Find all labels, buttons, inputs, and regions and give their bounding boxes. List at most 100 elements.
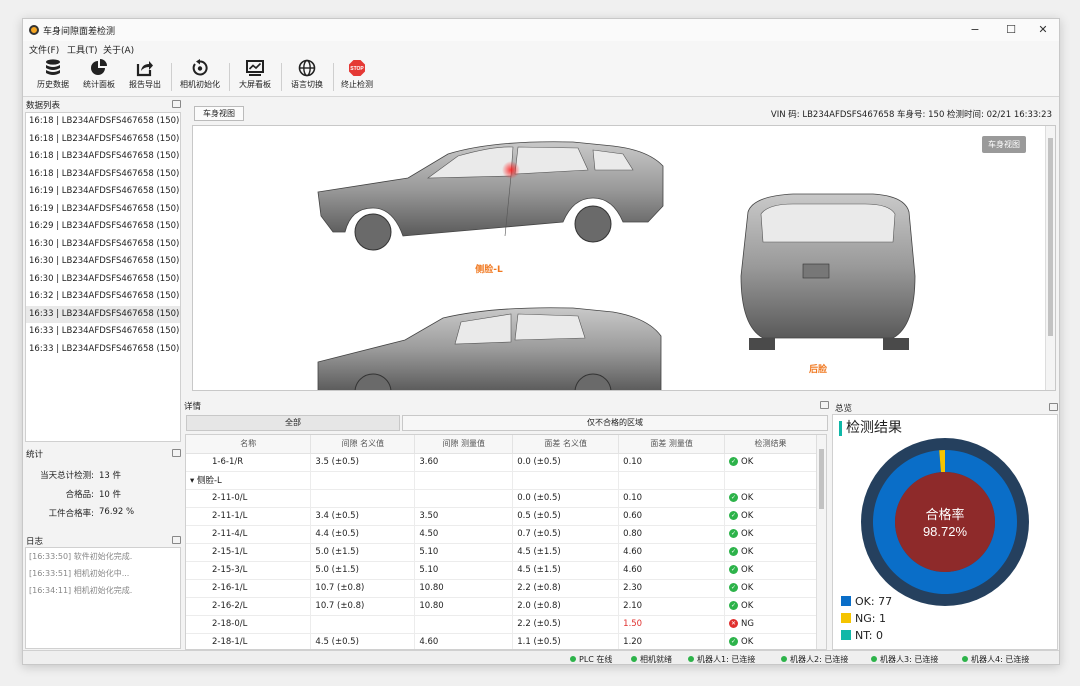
table-row[interactable]: 2-18-1/L 4.5 (±0.5) 4.60 1.1 (±0.5) 1.20 ✓ OK: [186, 633, 817, 649]
table-cell-flush-meas: 1.50: [618, 615, 726, 634]
car-side-view-bottom: [317, 307, 662, 390]
data-list-item[interactable]: 16:18 | LB234AFDSFS467658 (150): [26, 113, 180, 131]
table-cell-flush-nom: 2.0 (±0.8): [512, 597, 620, 616]
table-cell-flush-meas: 2.30: [618, 579, 726, 598]
stat-total-label: 当天总计检测:: [40, 471, 94, 481]
vin-info: VIN 码: LB234AFDSFS467658 车身号: 150 检测时间: …: [770, 110, 1052, 120]
ok-check-icon: ✓: [729, 493, 739, 502]
table-cell-name: 2-16-2/L: [186, 597, 312, 616]
ok-check-icon: ✓: [729, 529, 739, 538]
scroll-thumb[interactable]: [819, 449, 824, 509]
group-row[interactable]: ▾ 侧脸-L: [186, 471, 817, 490]
dock-float-icon[interactable]: [820, 401, 829, 409]
filter-all-tab[interactable]: 全部: [186, 415, 400, 431]
table-cell-flush-nom: 4.5 (±1.5): [512, 543, 620, 562]
data-list-item[interactable]: 16:29 | LB234AFDSFS467658 (150): [26, 218, 180, 236]
data-list-item[interactable]: 16:19 | LB234AFDSFS467658 (150): [26, 183, 180, 201]
log-line: [16:33:50] 软件初始化完成.: [29, 552, 133, 561]
table-row[interactable]: 2-18-0/L 2.2 (±0.5) 1.50 ✕ NG: [186, 615, 817, 634]
stop-detection-button[interactable]: STOP 终止检测: [337, 59, 377, 95]
col-flush-measured[interactable]: 面差 测量值: [618, 435, 726, 454]
empty-cell: [618, 471, 726, 490]
dock-float-icon[interactable]: [1049, 403, 1058, 411]
col-flush-nominal[interactable]: 面差 名义值: [512, 435, 620, 454]
body-view-tab[interactable]: 车身视图: [194, 106, 244, 121]
filter-ng-tab[interactable]: 仅不合格的区域: [402, 415, 828, 431]
ok-check-icon: ✓: [729, 583, 739, 592]
body-view-button[interactable]: 车身视图: [982, 136, 1026, 153]
col-gap-measured[interactable]: 间隙 测量值: [414, 435, 514, 454]
ok-check-icon: ✓: [729, 511, 739, 520]
maximize-button[interactable]: ☐: [997, 21, 1025, 39]
table-row[interactable]: 2-15-1/L 5.0 (±1.5) 5.10 4.5 (±1.5) 4.60 ✓ OK: [186, 543, 817, 562]
data-list-item[interactable]: 16:18 | LB234AFDSFS467658 (150): [26, 166, 180, 184]
table-cell-gap-nom: 10.7 (±0.8): [310, 579, 416, 598]
stat-rate-label: 工件合格率:: [48, 509, 94, 519]
language-switch-button[interactable]: 语言切换: [287, 59, 327, 95]
result-pie-chart: 合格率 98.72%: [861, 438, 1029, 606]
toolbar-separator: [229, 63, 230, 91]
result-label: OK: [741, 457, 754, 467]
data-list-item[interactable]: 16:33 | LB234AFDSFS467658 (150): [26, 305, 180, 323]
data-list-item[interactable]: 16:33 | LB234AFDSFS467658 (150): [26, 323, 180, 341]
status-robot4: 机器人4: 已连接: [962, 654, 1029, 664]
stats-panel-button[interactable]: 统计面板: [79, 59, 119, 95]
data-list-item[interactable]: 16:30 | LB234AFDSFS467658 (150): [26, 236, 180, 254]
stop-icon: STOP: [349, 60, 365, 76]
legend-swatch: [841, 630, 851, 640]
data-list-item[interactable]: 16:30 | LB234AFDSFS467658 (150): [26, 253, 180, 271]
viewer-scrollbar[interactable]: [1045, 126, 1055, 390]
globe-icon: [298, 59, 316, 77]
camera-init-button[interactable]: 相机初始化: [177, 59, 223, 95]
scroll-thumb[interactable]: [1048, 138, 1053, 336]
minimize-button[interactable]: −: [961, 21, 989, 39]
data-list-item[interactable]: 16:32 | LB234AFDSFS467658 (150): [26, 288, 180, 306]
chevron-down-icon[interactable]: ▾: [190, 476, 197, 486]
data-list-item[interactable]: 16:18 | LB234AFDSFS467658 (150): [26, 148, 180, 166]
status-dot: [631, 656, 637, 662]
menu-about[interactable]: 关于(A): [103, 43, 134, 56]
col-name[interactable]: 名称: [186, 435, 312, 454]
big-screen-button[interactable]: 大屏看板: [235, 59, 275, 95]
table-row[interactable]: 2-15-3/L 5.0 (±1.5) 5.10 4.5 (±1.5) 4.60 ✓ OK: [186, 561, 817, 580]
data-list-item[interactable]: 16:33 | LB234AFDSFS467658 (150): [26, 341, 180, 359]
table-row[interactable]: 2-16-1/L 10.7 (±0.8) 10.80 2.2 (±0.8) 2.30 ✓ O…: [186, 579, 817, 598]
dock-float-icon[interactable]: [172, 536, 181, 544]
menu-tools[interactable]: 工具(T): [67, 43, 98, 56]
dock-float-icon[interactable]: [172, 100, 181, 108]
legend-nt: NT: 0: [841, 629, 883, 642]
camera-reset-icon: [192, 59, 208, 76]
details-table-body: 1-6-1/R 3.5 (±0.5) 3.60 0.0 (±0.5) 0.10 ✓ OK ▾ …: [186, 453, 817, 649]
table-cell-flush-nom: 2.2 (±0.8): [512, 579, 620, 598]
table-scrollbar[interactable]: [816, 435, 826, 649]
close-button[interactable]: ✕: [1029, 21, 1057, 39]
report-export-button[interactable]: 报告导出: [125, 59, 165, 95]
table-row[interactable]: 2-11-4/L 4.4 (±0.5) 4.50 0.7 (±0.5) 0.80 ✓ OK: [186, 525, 817, 544]
col-result[interactable]: 检测结果: [724, 435, 817, 454]
data-list-item[interactable]: 16:30 | LB234AFDSFS467658 (150): [26, 271, 180, 289]
table-cell-name: 2-18-1/L: [186, 633, 312, 649]
data-list-item[interactable]: 16:19 | LB234AFDSFS467658 (150): [26, 201, 180, 219]
data-list-item[interactable]: 16:18 | LB234AFDSFS467658 (150): [26, 131, 180, 149]
table-row[interactable]: 1-6-1/R 3.5 (±0.5) 3.60 0.0 (±0.5) 0.10 ✓ OK: [186, 453, 817, 472]
menu-file[interactable]: 文件(F): [29, 43, 59, 56]
pie-center: [895, 472, 995, 572]
table-row[interactable]: 2-11-0/L 0.0 (±0.5) 0.10 ✓ OK: [186, 489, 817, 508]
col-gap-nominal[interactable]: 间隙 名义值: [310, 435, 416, 454]
dock-float-icon[interactable]: [172, 449, 181, 457]
table-cell-name: 2-15-3/L: [186, 561, 312, 580]
body-viewer[interactable]: 侧脸-L 后脸 车身视图: [192, 125, 1056, 391]
table-row[interactable]: 2-11-1/L 3.4 (±0.5) 3.50 0.5 (±0.5) 0.60 ✓ OK: [186, 507, 817, 526]
details-title: 详情: [184, 402, 202, 412]
toolbar-separator: [281, 63, 282, 91]
window-title: 车身间隙面差检测: [43, 27, 116, 37]
table-cell-name: 1-6-1/R: [186, 453, 312, 472]
legend-ng: NG: 1: [841, 612, 886, 625]
status-dot: [570, 656, 576, 662]
table-cell-result: ✓ OK: [724, 579, 817, 598]
table-row[interactable]: 2-16-2/L 10.7 (±0.8) 10.80 2.0 (±0.8) 2.10 ✓ O…: [186, 597, 817, 616]
result-label: OK: [741, 511, 754, 521]
status-robot3-label: 机器人3: 已连接: [880, 655, 939, 664]
history-data-button[interactable]: 历史数据: [33, 59, 73, 95]
table-cell-result: ✓ OK: [724, 525, 817, 544]
